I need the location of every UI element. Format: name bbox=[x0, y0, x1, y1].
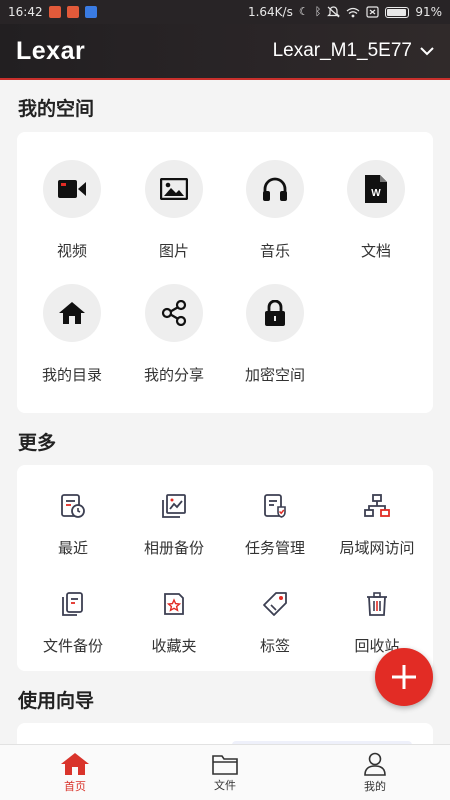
more-label: 相册备份 bbox=[143, 539, 204, 557]
home-icon bbox=[59, 302, 85, 324]
moon-icon: ☾ bbox=[298, 5, 309, 18]
headphones-icon bbox=[263, 177, 287, 201]
network-speed: 1.64K/s bbox=[247, 5, 293, 19]
device-selector[interactable]: Lexar_M1_5E77 bbox=[273, 40, 434, 62]
notification-icon bbox=[66, 6, 79, 18]
album-backup-icon bbox=[162, 494, 186, 518]
more-item-file-backup[interactable]: 文件备份 bbox=[21, 589, 125, 656]
folder-icon bbox=[212, 754, 238, 775]
mute-icon bbox=[327, 6, 341, 18]
task-icon bbox=[264, 494, 286, 518]
svg-text:W: W bbox=[371, 188, 381, 199]
my-space-card: 视频 图片 音乐 W 文档 我的目录 我的分享 加密空间 bbox=[17, 132, 433, 413]
more-item-lan-access[interactable]: 局域网访问 bbox=[325, 491, 429, 558]
chevron-down-icon bbox=[420, 47, 434, 56]
my-space-title: 我的空间 bbox=[18, 98, 95, 120]
notification-icon bbox=[84, 6, 97, 18]
my-space-item-video[interactable]: 视频 bbox=[22, 160, 122, 261]
lock-icon bbox=[265, 300, 285, 326]
document-icon: W bbox=[365, 175, 387, 203]
image-icon bbox=[160, 178, 188, 200]
more-item-tags[interactable]: 标签 bbox=[223, 589, 327, 656]
my-space-item-my-share[interactable]: 我的分享 bbox=[124, 284, 224, 385]
favorites-icon bbox=[164, 593, 184, 615]
nav-files[interactable]: 文件 bbox=[150, 745, 300, 800]
more-label: 局域网访问 bbox=[339, 539, 415, 557]
more-item-recycle-bin[interactable]: 回收站 bbox=[325, 589, 429, 656]
my-space-label: 加密空间 bbox=[244, 366, 305, 384]
notification-icon bbox=[48, 6, 61, 18]
more-title: 更多 bbox=[18, 432, 57, 454]
device-name: Lexar_M1_5E77 bbox=[272, 40, 412, 61]
more-label: 标签 bbox=[259, 637, 290, 655]
more-card: 最近 相册备份 任务管理 局域网访问 文件备份 收藏夹 标签 回收站 bbox=[17, 465, 433, 671]
my-space-item-encrypted-space[interactable]: 加密空间 bbox=[225, 284, 325, 385]
home-icon bbox=[61, 752, 89, 775]
battery-icon bbox=[385, 6, 410, 18]
battery-percent: 91% bbox=[415, 5, 442, 19]
nav-label: 文件 bbox=[214, 778, 236, 792]
bluetooth-icon: ᛒ bbox=[314, 5, 322, 18]
app-header: Lexar Lexar_M1_5E77 bbox=[0, 24, 450, 80]
trash-icon bbox=[367, 592, 387, 616]
plus-icon bbox=[392, 665, 416, 689]
my-space-label: 我的目录 bbox=[41, 366, 102, 384]
my-space-label: 视频 bbox=[56, 242, 87, 260]
video-icon bbox=[58, 180, 86, 198]
user-icon bbox=[364, 752, 386, 776]
my-space-label: 音乐 bbox=[259, 242, 290, 260]
more-label: 文件备份 bbox=[42, 637, 103, 655]
nav-label: 首页 bbox=[64, 779, 86, 793]
file-backup-icon bbox=[62, 592, 83, 616]
add-button[interactable] bbox=[375, 648, 433, 706]
more-label: 收藏夹 bbox=[151, 637, 197, 655]
more-label: 最近 bbox=[57, 539, 88, 557]
more-item-task-manager[interactable]: 任务管理 bbox=[223, 491, 327, 558]
my-space-label: 图片 bbox=[158, 242, 189, 260]
my-space-item-music[interactable]: 音乐 bbox=[225, 160, 325, 261]
status-bar: 16:42 1.64K/s ☾ ᛒ 91% bbox=[0, 0, 450, 24]
my-space-item-image[interactable]: 图片 bbox=[124, 160, 224, 261]
recent-icon bbox=[61, 494, 85, 518]
guide-title: 使用向导 bbox=[18, 690, 95, 712]
my-space-item-my-directory[interactable]: 我的目录 bbox=[22, 284, 122, 385]
more-label: 任务管理 bbox=[244, 539, 305, 557]
lexar-logo: Lexar bbox=[16, 36, 86, 65]
nav-profile[interactable]: 我的 bbox=[300, 745, 450, 800]
my-space-label: 文档 bbox=[360, 242, 391, 260]
more-item-album-backup[interactable]: 相册备份 bbox=[122, 491, 226, 558]
more-item-recent[interactable]: 最近 bbox=[21, 491, 125, 558]
more-item-favorites[interactable]: 收藏夹 bbox=[122, 589, 226, 656]
no-sim-icon bbox=[366, 6, 379, 18]
tag-icon bbox=[263, 592, 287, 616]
lan-icon bbox=[364, 494, 390, 517]
wifi-icon bbox=[346, 7, 360, 17]
bottom-nav: 首页 文件 我的 bbox=[0, 744, 450, 800]
status-time: 16:42 bbox=[8, 5, 43, 19]
nav-home[interactable]: 首页 bbox=[0, 745, 150, 800]
my-space-item-document[interactable]: W 文档 bbox=[326, 160, 426, 261]
my-space-label: 我的分享 bbox=[143, 366, 204, 384]
nav-label: 我的 bbox=[364, 779, 386, 793]
share-icon bbox=[161, 300, 187, 326]
